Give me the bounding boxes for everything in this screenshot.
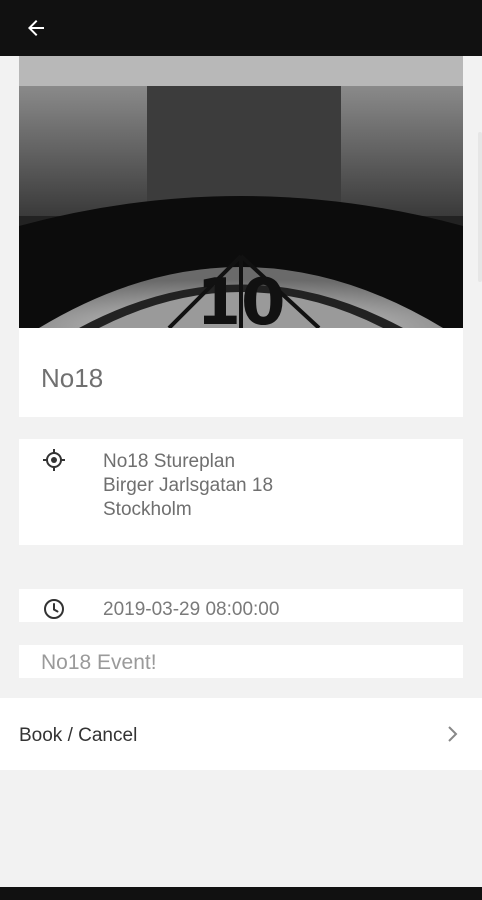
- chevron-right-icon: [448, 726, 458, 742]
- datetime-card: 2019-03-29 08:00:00: [19, 589, 463, 622]
- book-cancel-button[interactable]: Book / Cancel: [0, 698, 482, 770]
- hero-number: 10: [196, 266, 285, 328]
- description-card: No18 Event!: [19, 645, 463, 678]
- navigation-bar: [0, 887, 482, 900]
- event-title-card: No18: [19, 328, 463, 417]
- book-cancel-label: Book / Cancel: [19, 725, 138, 746]
- address-block: No18 Stureplan Birger Jarlsgatan 18 Stoc…: [103, 450, 273, 522]
- location-card[interactable]: No18 Stureplan Birger Jarlsgatan 18 Stoc…: [19, 439, 463, 545]
- arrow-left-icon: [28, 20, 44, 36]
- scrollbar[interactable]: [478, 132, 482, 282]
- event-hero-image: 10: [19, 56, 463, 328]
- event-description: No18 Event!: [41, 651, 157, 674]
- back-button[interactable]: [14, 6, 58, 50]
- clock-icon: [44, 599, 64, 619]
- app-toolbar: [0, 0, 482, 56]
- location-target-icon: [43, 449, 65, 471]
- address-line-1: No18 Stureplan: [103, 451, 236, 472]
- event-datetime: 2019-03-29 08:00:00: [103, 599, 280, 620]
- event-title: No18: [41, 363, 104, 393]
- address-line-2: Birger Jarlsgatan 18: [103, 475, 274, 496]
- address-line-3: Stockholm: [103, 499, 192, 520]
